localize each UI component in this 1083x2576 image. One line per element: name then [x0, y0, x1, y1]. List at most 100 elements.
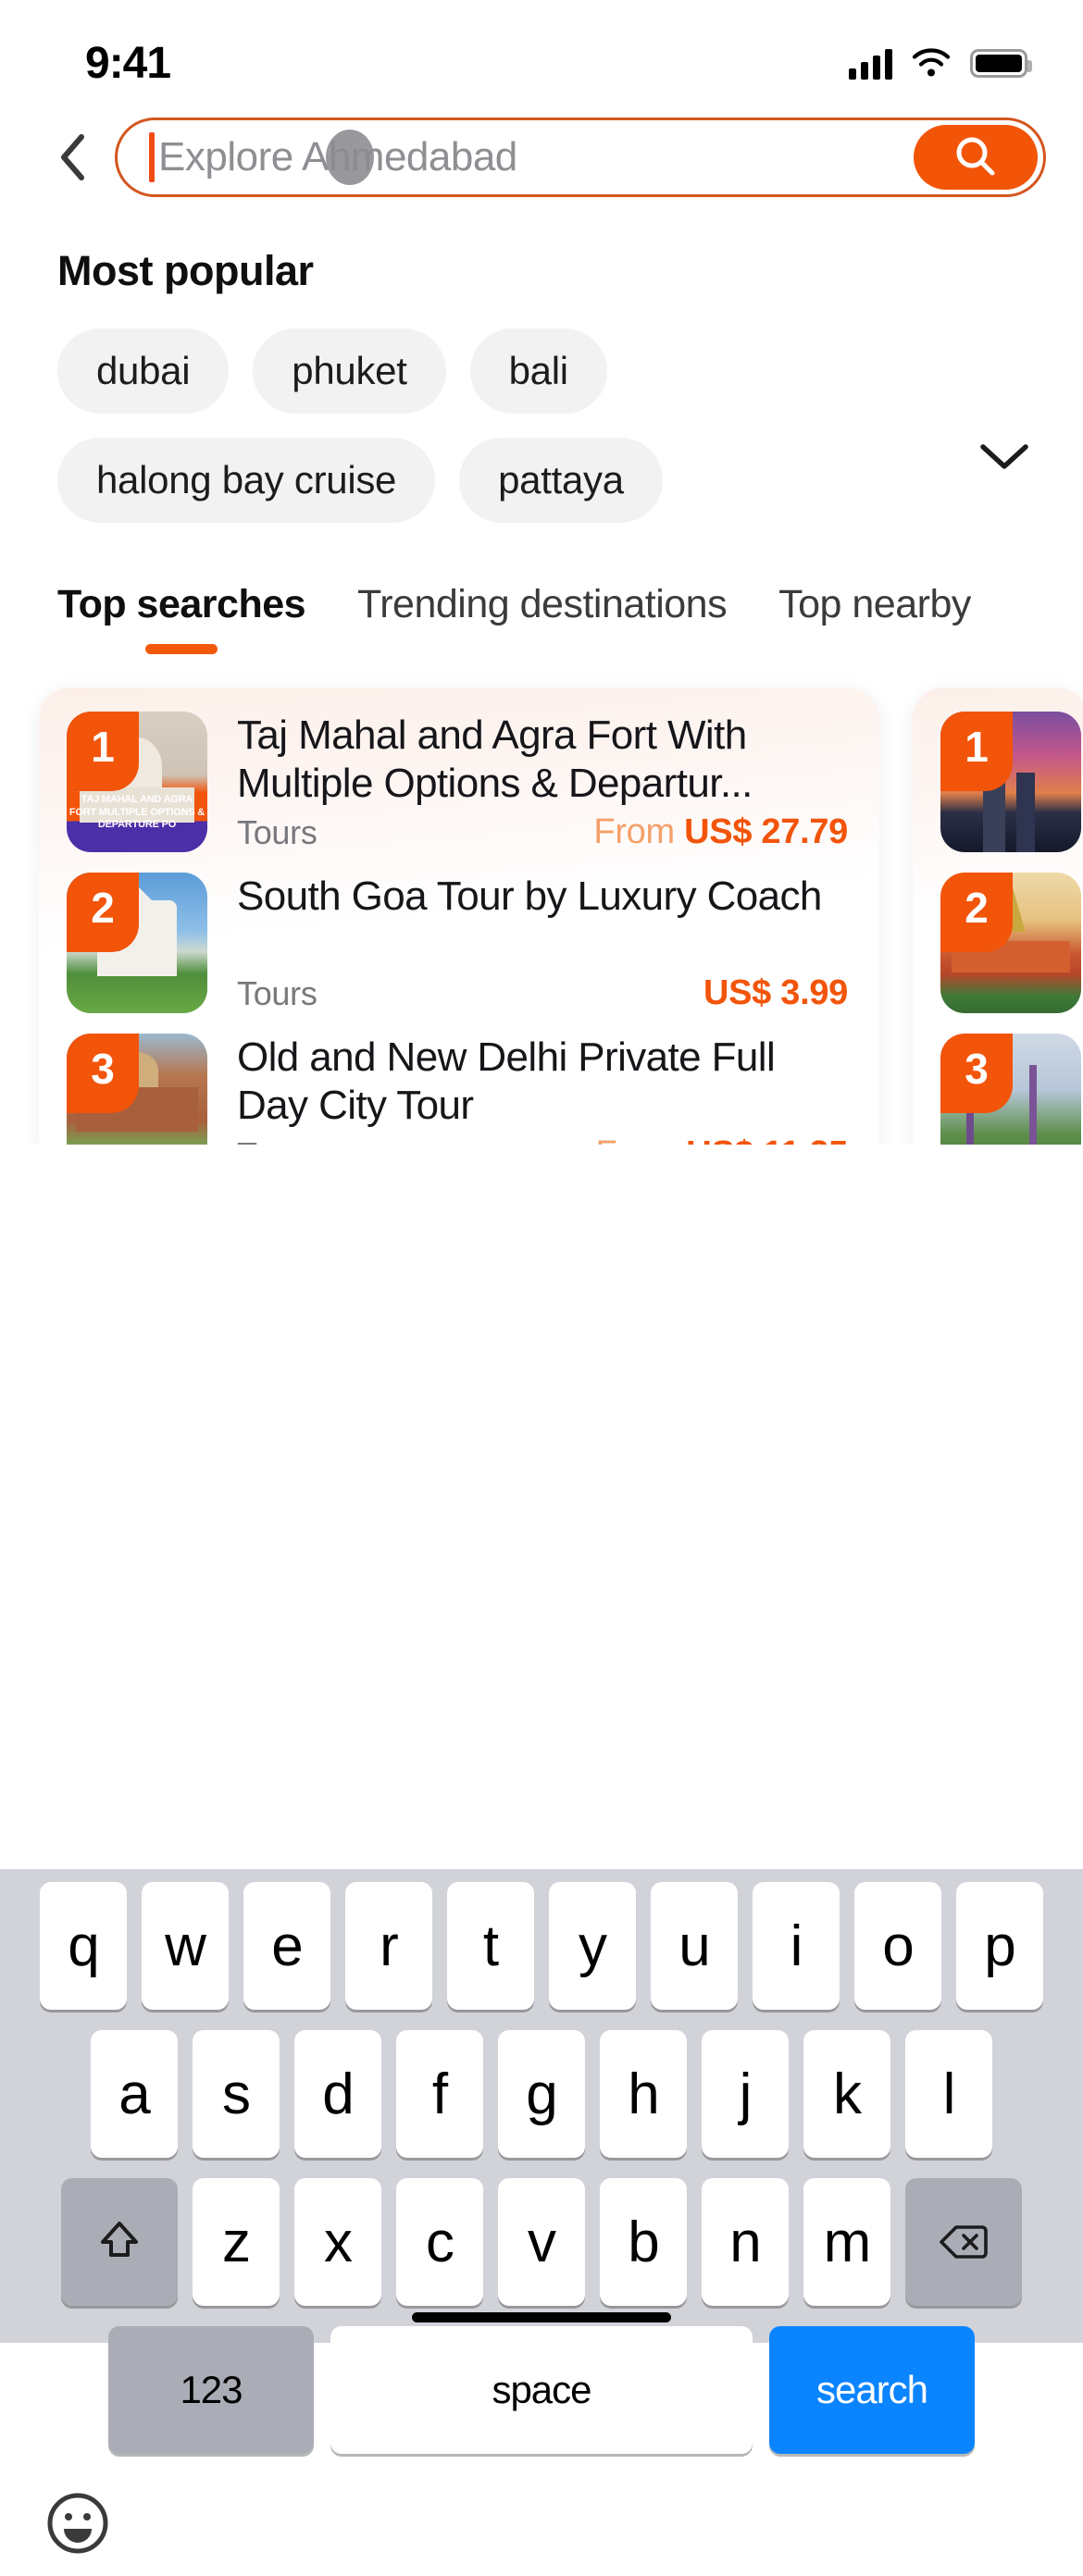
item-info: Taj Mahal and Agra Fort With Multiple Op… [237, 712, 848, 852]
search-icon [956, 137, 995, 176]
rank-badge: 1 [940, 712, 1013, 791]
item-info: Old and New Delhi Private Full Day City … [237, 1034, 848, 1145]
key-x[interactable]: x [294, 2178, 381, 2306]
key-d[interactable]: d [294, 2030, 381, 2158]
results-carousel[interactable]: 1 TAJ MAHAL AND AGRA FORT MULTIPLE OPTIO… [0, 654, 1083, 1145]
list-item[interactable]: 1 TAJ MAHAL AND AGRA FORT MULTIPLE OPTIO… [67, 712, 848, 852]
search-submit-button[interactable] [914, 125, 1038, 190]
back-button[interactable] [41, 120, 106, 194]
status-indicators [849, 47, 1032, 80]
list-item[interactable]: 3 Old and New Delhi Private Full Day Cit… [67, 1034, 848, 1145]
numbers-key[interactable]: 123 [108, 2326, 314, 2454]
shift-arrow-icon [101, 2222, 138, 2257]
tab-bar: Top searches Trending destinations Top n… [0, 523, 1083, 654]
chip-dubai[interactable]: dubai [57, 328, 230, 414]
key-k[interactable]: k [803, 2030, 890, 2158]
key-l[interactable]: l [905, 2030, 992, 2158]
price-value: US$ 27.79 [684, 812, 848, 851]
key-m[interactable]: m [803, 2178, 890, 2306]
key-i[interactable]: i [753, 1882, 840, 2010]
item-category: Tours [237, 1135, 317, 1145]
list-item[interactable]: 3 [940, 1034, 1083, 1145]
touch-pointer-indicator [326, 130, 374, 185]
key-f[interactable]: f [396, 2030, 483, 2158]
key-v[interactable]: v [498, 2178, 585, 2306]
item-thumbnail: 3 [940, 1034, 1081, 1145]
results-card-next[interactable]: 1 2 3 [913, 687, 1083, 1145]
rank-badge: 2 [67, 873, 139, 952]
most-popular-section: dubai phuket bali halong bay cruise patt… [0, 295, 1083, 523]
tab-label: Top nearby [778, 582, 971, 626]
item-meta: Tours US$ 3.99 [237, 966, 848, 1013]
item-thumbnail: 1 [940, 712, 1081, 852]
price-value: US$ 3.99 [703, 973, 848, 1012]
key-z[interactable]: z [193, 2178, 280, 2306]
list-item[interactable]: 2 South Goa Tour by Luxury Coach Tours U… [67, 873, 848, 1013]
shift-key[interactable] [61, 2178, 178, 2306]
tab-top-searches[interactable]: Top searches [57, 582, 306, 654]
rank-badge: 3 [67, 1034, 139, 1113]
price-value: US$ 11.25 [686, 1134, 848, 1145]
cellular-signal-icon [849, 48, 892, 80]
keyboard-bottom-row [0, 2474, 1083, 2576]
item-thumbnail: 2 [940, 873, 1081, 1013]
battery-full-icon [970, 49, 1032, 78]
list-item[interactable]: 1 [940, 712, 1083, 852]
key-b[interactable]: b [600, 2178, 687, 2306]
item-thumbnail: 2 [67, 873, 207, 1013]
text-cursor [149, 132, 155, 182]
keyboard-row-3: z x c v b n m [0, 2178, 1083, 2306]
keyboard-row-1: q w e r t y u i o p [0, 1882, 1083, 2010]
key-e[interactable]: e [243, 1882, 330, 2010]
key-p[interactable]: p [956, 1882, 1043, 2010]
item-info: South Goa Tour by Luxury Coach Tours US$… [237, 873, 848, 1013]
key-a[interactable]: a [91, 2030, 178, 2158]
key-r[interactable]: r [345, 1882, 432, 2010]
rank-badge: 1 [67, 712, 139, 791]
tab-trending-destinations[interactable]: Trending destinations [357, 582, 728, 627]
backspace-delete-icon [940, 2225, 988, 2259]
item-thumbnail: 1 TAJ MAHAL AND AGRA FORT MULTIPLE OPTIO… [67, 712, 207, 852]
most-popular-title: Most popular [57, 247, 314, 294]
item-price: From US$ 11.25 [596, 1134, 849, 1145]
key-j[interactable]: j [702, 2030, 789, 2158]
item-category: Tours [237, 974, 317, 1012]
item-title: Old and New Delhi Private Full Day City … [237, 1034, 776, 1127]
space-key[interactable]: space [330, 2326, 753, 2454]
tab-top-nearby[interactable]: Top nearby [778, 582, 971, 627]
key-q[interactable]: q [40, 1882, 127, 2010]
list-item[interactable]: 2 [940, 873, 1083, 1013]
tab-active-indicator [145, 644, 218, 654]
rank-badge: 2 [940, 873, 1013, 952]
key-g[interactable]: g [498, 2030, 585, 2158]
expand-chips-button[interactable] [963, 414, 1046, 499]
chip-pattaya[interactable]: pattaya [459, 438, 663, 523]
search-field-container[interactable]: Explore Ahmedabad [115, 118, 1046, 197]
status-time: 9:41 [85, 39, 171, 88]
chip-halong-bay-cruise[interactable]: halong bay cruise [57, 438, 436, 523]
key-n[interactable]: n [702, 2178, 789, 2306]
price-prefix: From [593, 812, 685, 851]
key-o[interactable]: o [854, 1882, 941, 2010]
key-u[interactable]: u [651, 1882, 738, 2010]
search-input[interactable]: Explore Ahmedabad [158, 134, 914, 180]
chip-phuket[interactable]: phuket [253, 328, 446, 414]
key-s[interactable]: s [193, 2030, 280, 2158]
search-return-key[interactable]: search [769, 2326, 975, 2454]
backspace-key[interactable] [905, 2178, 1022, 2306]
virtual-keyboard: q w e r t y u i o p a s d f g h j k l z … [0, 1869, 1083, 2553]
item-title: Taj Mahal and Agra Fort With Multiple Op… [237, 712, 753, 805]
item-meta: Tours From US$ 27.79 [237, 805, 848, 852]
key-t[interactable]: t [447, 1882, 534, 2010]
key-w[interactable]: w [142, 1882, 229, 2010]
item-meta: Tours From US$ 11.25 [237, 1127, 848, 1145]
key-h[interactable]: h [600, 2030, 687, 2158]
price-prefix: From [596, 1134, 687, 1145]
chip-bali[interactable]: bali [469, 328, 607, 414]
key-y[interactable]: y [549, 1882, 636, 2010]
back-chevron-icon [61, 134, 84, 180]
key-c[interactable]: c [396, 2178, 483, 2306]
results-card: 1 TAJ MAHAL AND AGRA FORT MULTIPLE OPTIO… [39, 687, 879, 1145]
item-title: South Goa Tour by Luxury Coach [237, 873, 822, 919]
emoji-key[interactable] [43, 2488, 113, 2563]
